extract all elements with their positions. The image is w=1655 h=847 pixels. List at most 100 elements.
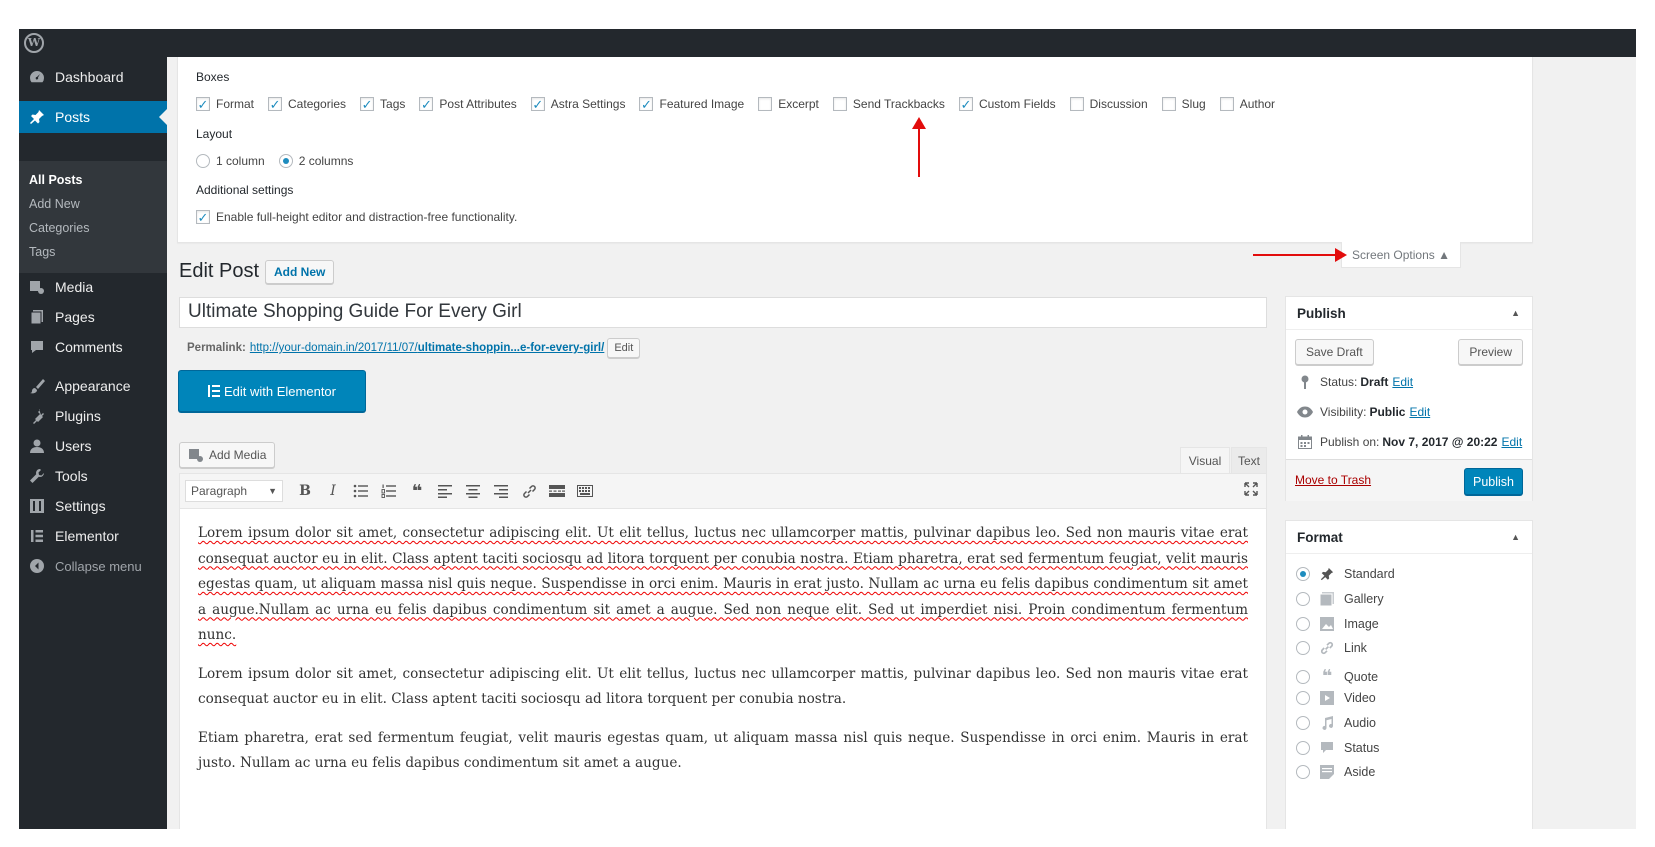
checkbox[interactable]: ✓ [958, 97, 973, 111]
submenu-add-new[interactable]: Add New [29, 197, 80, 211]
bold-button[interactable]: B [291, 477, 319, 505]
radio-button[interactable] [1296, 691, 1310, 705]
box-option-6[interactable]: Excerpt [758, 97, 819, 111]
collapse-menu-button[interactable]: Collapse menu [19, 550, 167, 582]
layout-2-columns-radio[interactable]: 2 columns [278, 154, 353, 168]
sidebar-item-settings[interactable]: Settings [19, 490, 167, 522]
layout-1-column-radio[interactable]: 1 column [196, 154, 265, 168]
format-option-link[interactable]: Link [1296, 641, 1367, 656]
sidebar-item-appearance[interactable]: Appearance [19, 370, 167, 402]
box-option-8[interactable]: ✓ Custom Fields [958, 97, 1056, 111]
box-option-2[interactable]: ✓ Tags [360, 97, 405, 111]
sidebar-item-pages[interactable]: Pages [19, 301, 167, 333]
box-option-4[interactable]: ✓ Astra Settings [530, 97, 625, 111]
tab-text[interactable]: Text [1231, 447, 1267, 473]
format-option-standard[interactable]: Standard [1296, 567, 1395, 581]
add-new-button[interactable]: Add New [265, 260, 335, 284]
read-more-button[interactable] [543, 477, 571, 505]
submenu-tags[interactable]: Tags [29, 245, 55, 259]
radio-button[interactable] [1296, 567, 1310, 581]
format-option-video[interactable]: Video [1296, 691, 1376, 705]
align-center-button[interactable] [459, 477, 487, 505]
fullscreen-icon[interactable] [1244, 482, 1258, 499]
checkbox[interactable] [1069, 97, 1084, 111]
radio-button[interactable] [196, 154, 210, 168]
checkbox[interactable]: ✓ [196, 97, 210, 111]
editor-content-area[interactable]: Lorem ipsum dolor sit amet, consectetur … [179, 509, 1267, 829]
checkbox[interactable]: ✓ [268, 97, 283, 111]
radio-button[interactable] [1296, 616, 1310, 631]
wordpress-logo-icon[interactable]: W [24, 33, 44, 53]
submenu-all-posts[interactable]: All Posts [29, 173, 83, 187]
blockquote-button[interactable]: ❝ [403, 477, 431, 505]
save-draft-button[interactable]: Save Draft [1295, 339, 1374, 365]
move-to-trash-link[interactable]: Move to Trash [1295, 473, 1371, 487]
collapse-arrow-icon[interactable]: ▲ [1511, 532, 1520, 542]
format-option-audio[interactable]: Audio [1296, 715, 1376, 730]
preview-button[interactable]: Preview [1458, 339, 1523, 365]
radio-button[interactable] [1296, 715, 1310, 730]
align-left-button[interactable] [431, 477, 459, 505]
box-option-11[interactable]: Author [1219, 97, 1275, 111]
permalink-edit-button[interactable]: Edit [607, 338, 641, 358]
insert-link-button[interactable] [515, 477, 543, 505]
sidebar-item-elementor[interactable]: Elementor [19, 520, 167, 552]
format-box-header[interactable]: Format ▲ [1286, 521, 1532, 554]
sidebar-item-dashboard[interactable]: Dashboard [19, 61, 167, 93]
radio-button[interactable] [1296, 591, 1310, 606]
checkbox[interactable] [832, 97, 847, 111]
format-option-status[interactable]: Status [1296, 740, 1379, 755]
box-option-10[interactable]: Slug [1161, 97, 1206, 111]
checkbox[interactable] [758, 97, 773, 111]
sidebar-item-users[interactable]: Users [19, 430, 167, 462]
publish-on-edit-link[interactable]: Edit [1501, 435, 1522, 449]
box-option-3[interactable]: ✓ Post Attributes [419, 97, 517, 111]
sidebar-item-tools[interactable]: Tools [19, 460, 167, 492]
paragraph-format-select[interactable]: Paragraph ▼ [185, 480, 283, 502]
tab-visual[interactable]: Visual [1180, 447, 1230, 473]
add-media-button[interactable]: Add Media [179, 442, 276, 468]
numbered-list-button[interactable] [375, 477, 403, 505]
publish-button[interactable]: Publish [1464, 468, 1523, 495]
checkbox[interactable] [1161, 97, 1176, 111]
box-option-0[interactable]: ✓ Format [196, 97, 254, 111]
visibility-edit-link[interactable]: Edit [1409, 405, 1430, 419]
bulleted-list-button[interactable] [347, 477, 375, 505]
full-height-editor-checkbox[interactable]: ✓ Enable full-height editor and distracti… [196, 210, 517, 224]
format-option-image[interactable]: Image [1296, 616, 1379, 631]
radio-button[interactable] [1296, 669, 1310, 684]
format-box: Format ▲ Standard Gallery Image Link ❝ Quote Vi… [1285, 520, 1533, 829]
format-option-aside[interactable]: Aside [1296, 765, 1375, 780]
radio-button[interactable] [1296, 765, 1310, 780]
checkbox[interactable]: ✓ [196, 210, 210, 224]
toolbar-toggle-button[interactable] [571, 477, 599, 505]
box-option-7[interactable]: Send Trackbacks [832, 97, 945, 111]
submenu-categories[interactable]: Categories [29, 221, 89, 235]
permalink-link[interactable]: http://your-domain.in/2017/11/07/ultimat… [250, 342, 605, 354]
checkbox[interactable]: ✓ [419, 97, 434, 111]
format-option-gallery[interactable]: Gallery [1296, 591, 1384, 606]
box-option-5[interactable]: ✓ Featured Image [639, 97, 744, 111]
format-option-quote[interactable]: ❝ Quote [1296, 666, 1378, 687]
post-title-input[interactable]: Ultimate Shopping Guide For Every Girl [179, 297, 1267, 328]
publish-box-header[interactable]: Publish ▲ [1286, 297, 1532, 330]
checkbox[interactable]: ✓ [639, 97, 654, 111]
align-right-button[interactable] [487, 477, 515, 505]
screen-options-toggle[interactable]: Screen Options ▲ [1341, 242, 1461, 268]
italic-button[interactable]: I [319, 477, 347, 505]
box-option-9[interactable]: Discussion [1069, 97, 1148, 111]
checkbox[interactable]: ✓ [530, 97, 545, 111]
box-option-1[interactable]: ✓ Categories [268, 97, 346, 111]
collapse-arrow-icon[interactable]: ▲ [1511, 308, 1520, 318]
edit-with-elementor-button[interactable]: Edit with Elementor [178, 370, 366, 412]
sidebar-item-plugins[interactable]: Plugins [19, 400, 167, 432]
sidebar-item-posts[interactable]: Posts [19, 101, 167, 133]
sidebar-item-comments[interactable]: Comments [19, 331, 167, 363]
radio-button[interactable] [1296, 740, 1310, 755]
checkbox[interactable] [1219, 97, 1234, 111]
radio-button[interactable] [1296, 641, 1310, 656]
radio-button[interactable] [278, 154, 293, 168]
checkbox[interactable]: ✓ [360, 97, 375, 111]
status-edit-link[interactable]: Edit [1392, 375, 1413, 389]
sidebar-item-media[interactable]: Media [19, 271, 167, 303]
